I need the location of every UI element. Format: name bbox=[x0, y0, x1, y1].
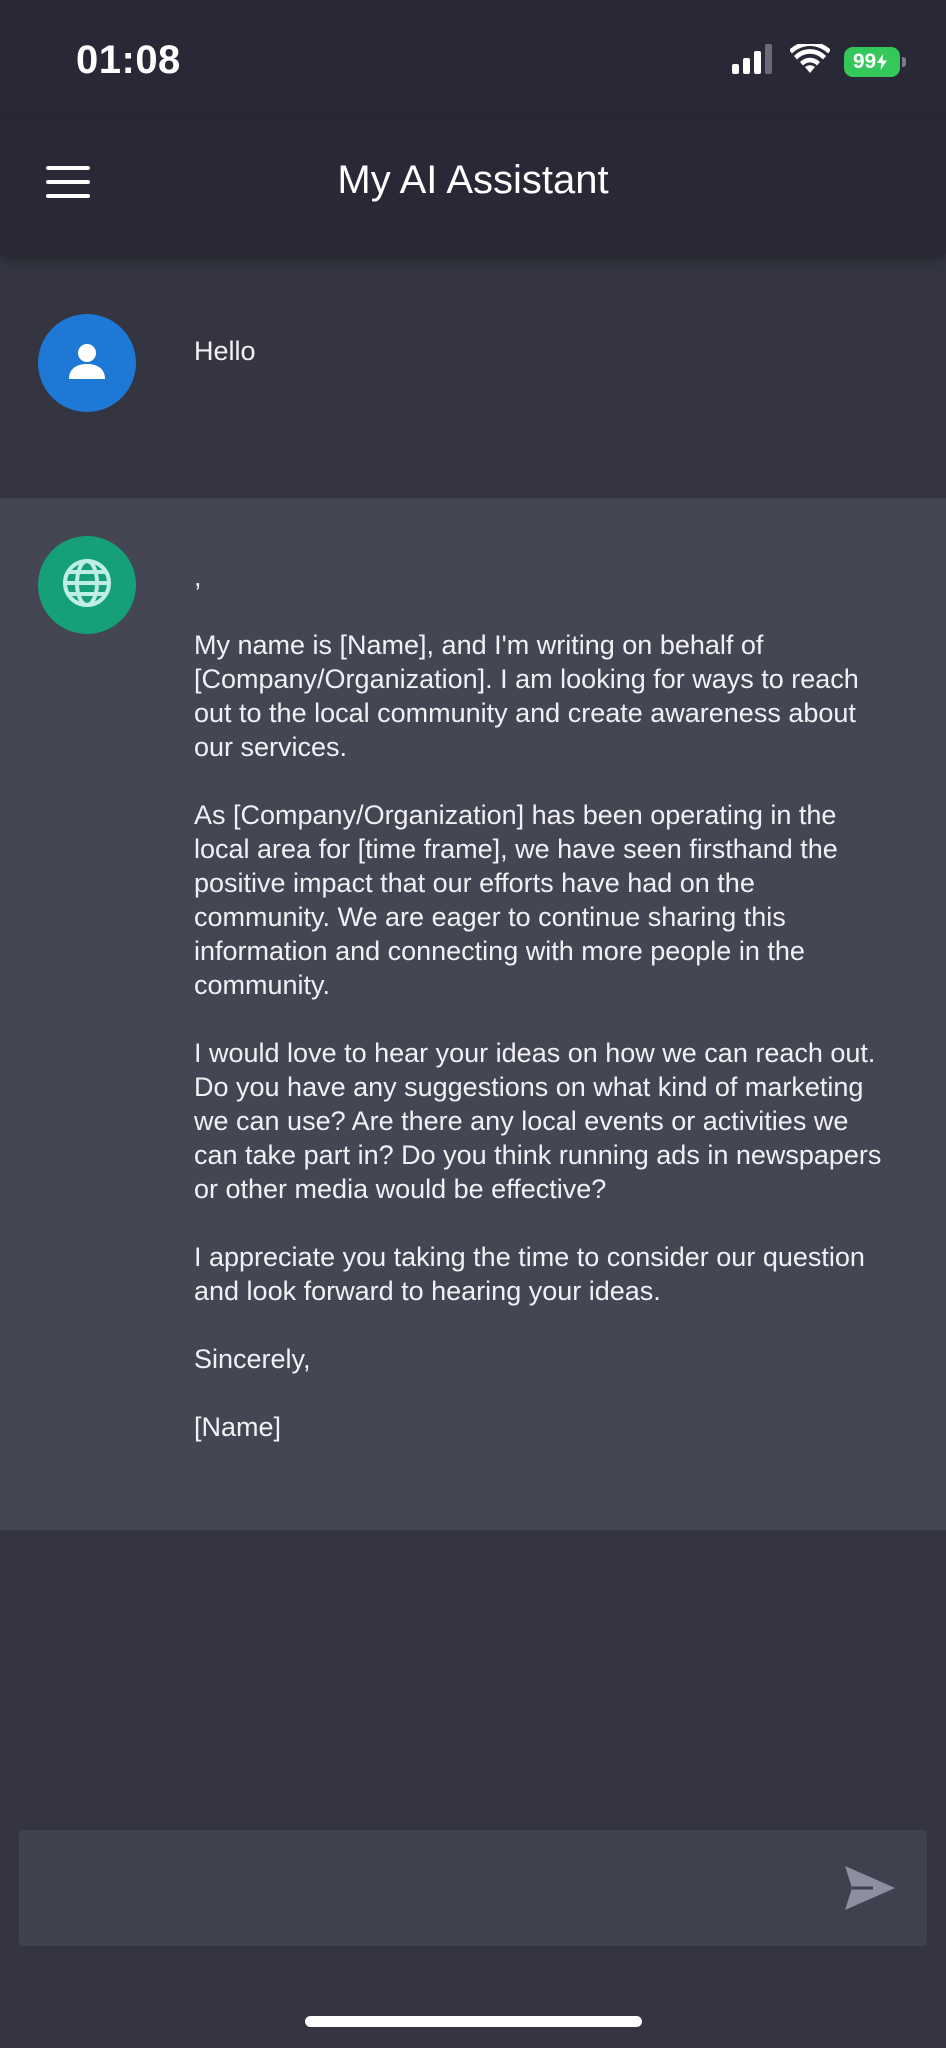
home-indicator bbox=[305, 2016, 642, 2027]
message-paragraph: I appreciate you taking the time to cons… bbox=[194, 1242, 865, 1306]
globe-icon bbox=[61, 557, 113, 614]
assistant-message-row: , My name is [Name], and I'm writing on … bbox=[0, 498, 946, 1530]
battery-tip bbox=[902, 56, 906, 67]
message-paragraph: [Name] bbox=[194, 1412, 282, 1442]
user-avatar bbox=[38, 314, 136, 412]
app-header: My AI Assistant bbox=[0, 120, 946, 254]
message-paragraph: Sincerely, bbox=[194, 1344, 311, 1374]
wifi-icon bbox=[789, 41, 831, 79]
message-paragraph: As [Company/Organization] has been opera… bbox=[194, 800, 838, 1000]
assistant-message-text: , My name is [Name], and I'm writing on … bbox=[194, 560, 884, 1444]
person-icon bbox=[65, 339, 109, 388]
send-icon[interactable] bbox=[843, 1864, 897, 1912]
cellular-signal-icon bbox=[732, 44, 776, 79]
page-title: My AI Assistant bbox=[337, 158, 609, 202]
message-composer bbox=[19, 1830, 927, 1946]
message-input[interactable] bbox=[43, 1860, 823, 1916]
message-paragraph: I would love to hear your ideas on how w… bbox=[194, 1038, 882, 1204]
battery-level: 99 bbox=[852, 49, 877, 73]
message-paragraph: My name is [Name], and I'm writing on be… bbox=[194, 630, 859, 762]
battery-charging-icon: 99 bbox=[844, 46, 906, 77]
status-icons: 99 bbox=[732, 41, 906, 79]
user-message-row: Hello bbox=[0, 254, 946, 498]
assistant-avatar bbox=[38, 536, 136, 634]
status-bar: 01:08 99 bbox=[0, 0, 946, 120]
status-time: 01:08 bbox=[76, 38, 181, 82]
message-paragraph: , bbox=[194, 562, 202, 592]
user-message-text: Hello bbox=[194, 336, 256, 366]
